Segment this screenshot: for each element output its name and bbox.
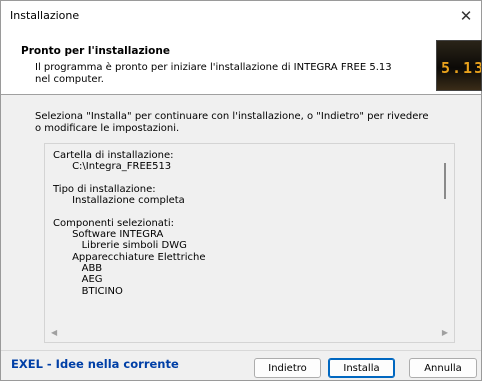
scroll-right-icon[interactable]: ▶	[442, 328, 448, 337]
logo-version-text: 5.13	[441, 59, 482, 77]
memo-line	[53, 173, 205, 184]
memo-line: BTICINO	[53, 285, 123, 297]
window-title: Installazione	[10, 9, 80, 22]
memo-line: Software INTEGRA	[53, 229, 164, 241]
memo-line	[53, 206, 205, 217]
back-button[interactable]: Indietro	[254, 358, 321, 378]
intro-text: Seleziona "Installa" per continuare con …	[35, 111, 429, 134]
close-icon[interactable]: ✕	[451, 1, 481, 31]
memo-line: Installazione completa	[53, 195, 185, 207]
installer-window: Installazione ✕ Pronto per l'installazio…	[0, 0, 482, 381]
memo-line: Tipo di installazione:	[53, 183, 156, 195]
page-subtitle: Il programma è pronto per iniziare l'ins…	[35, 62, 392, 85]
ready-memo[interactable]: Cartella di installazione: C:\Integra_FR…	[44, 143, 455, 343]
vertical-scroll-thumb[interactable]	[444, 163, 446, 199]
horizontal-scrollbar[interactable]: ◀ ▶	[45, 325, 454, 342]
memo-line: Apparecchiature Elettriche	[53, 251, 206, 263]
memo-content: Cartella di installazione: C:\Integra_FR…	[53, 150, 205, 297]
scroll-left-icon[interactable]: ◀	[51, 328, 57, 337]
memo-line: Librerie simboli DWG	[53, 240, 187, 252]
wizard-header: Pronto per l'installazione Il programma …	[1, 31, 481, 95]
title-bar[interactable]: Installazione ✕	[1, 1, 481, 31]
memo-line: AEG	[53, 274, 103, 286]
footer-separator	[1, 350, 481, 351]
memo-line: Componenti selezionati:	[53, 217, 174, 229]
install-button[interactable]: Installa	[328, 358, 395, 378]
memo-line: C:\Integra_FREE513	[53, 161, 172, 173]
memo-line: ABB	[53, 262, 103, 274]
page-title: Pronto per l'installazione	[21, 45, 170, 57]
vertical-scrollbar[interactable]	[437, 144, 454, 327]
cancel-button[interactable]: Annulla	[409, 358, 477, 378]
product-logo: 5.13	[436, 40, 482, 91]
memo-line: Cartella di installazione:	[53, 150, 174, 161]
brand-label: EXEL - Idee nella corrente	[11, 357, 179, 371]
